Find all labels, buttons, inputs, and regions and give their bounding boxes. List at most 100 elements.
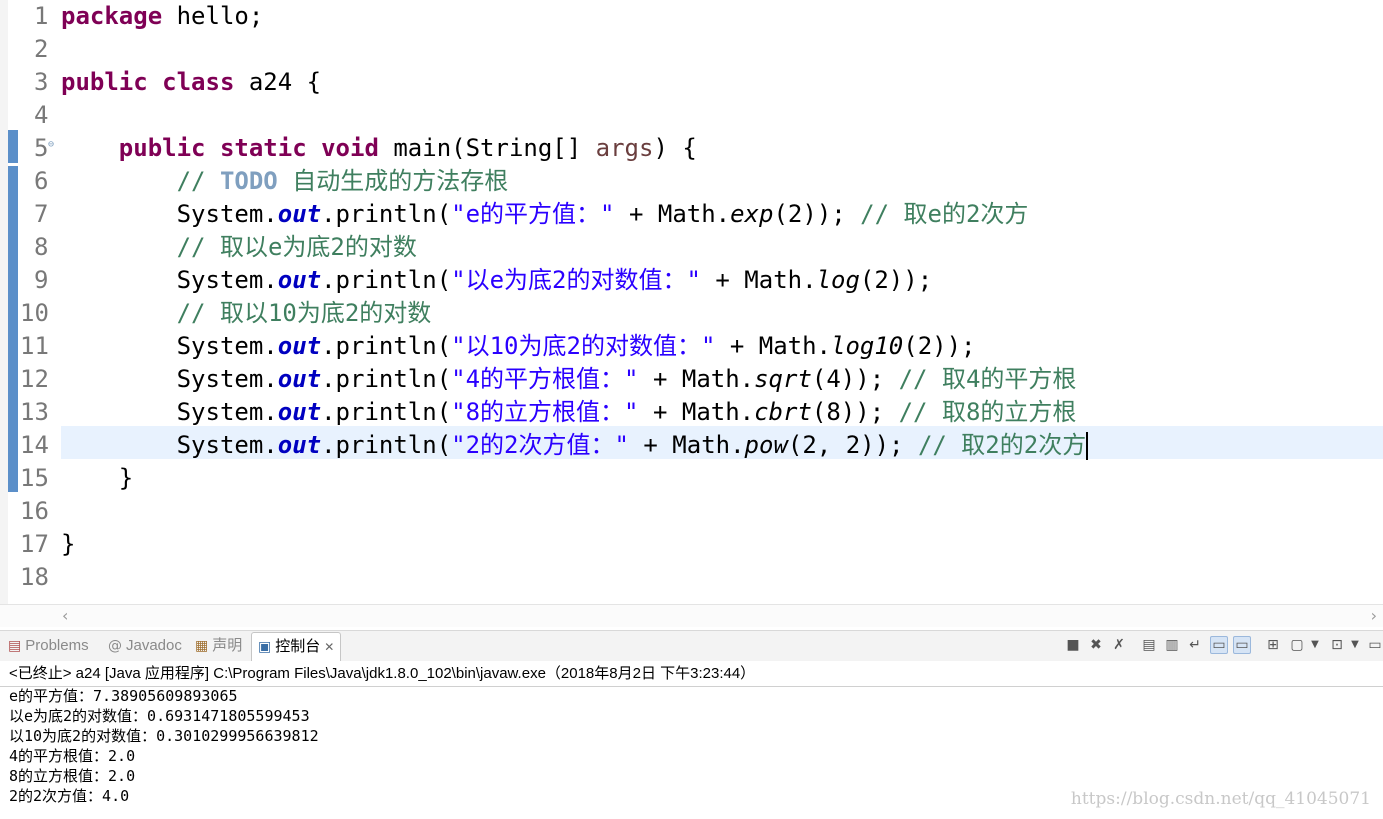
todo-tag: TODO [219,167,278,195]
code-editor[interactable]: 1 2 3 4 5 ⊖ 6 7 8 9 10 11 12 13 14 15 16… [0,0,1383,606]
line-number: 17 [20,530,49,558]
string-literal: "以10为底2的对数值：" [451,332,716,360]
field-out: out [277,431,322,459]
field-out: out [277,266,322,294]
keyword: void [321,134,379,162]
code-text: System. [176,431,278,459]
code-text: System. [176,332,278,360]
code-line-10[interactable]: // 取以10为底2的对数 [61,297,432,330]
minimize-view-icon[interactable]: ▭ [1366,636,1383,654]
code-text: .println( [321,200,452,228]
horizontal-scrollbar[interactable]: ‹ › [0,604,1383,627]
comment: // 取以e为底2的对数 [176,233,417,261]
problems-icon: ▤ [8,638,22,654]
code-line-3[interactable]: public class a24 { [61,66,321,99]
static-method: sqrt [754,365,812,393]
line-number: 11 [20,332,49,360]
line-number: 2 [34,35,49,63]
code-line-17[interactable]: } [61,528,75,561]
open-console-dropdown-icon[interactable]: ▼ [1346,636,1364,654]
terminate-icon[interactable]: ■ [1064,636,1082,654]
keyword: static [219,134,307,162]
display-console-dropdown-icon[interactable]: ▼ [1306,636,1324,654]
code-text: a24 { [234,68,322,96]
console-line: 以10为底2的对数值：0.3010299956639812 [9,727,319,745]
code-line-15[interactable]: } [61,462,133,495]
console-line: 4的平方根值：2.0 [9,747,136,765]
code-text: + Math. [638,398,755,426]
code-text: + Math. [715,332,831,360]
parameter-name: args [595,134,654,162]
scroll-right-icon[interactable]: › [1371,606,1377,625]
code-text: + Math. [638,365,755,393]
static-method: log [816,266,860,294]
line-number-gutter: 1 2 3 4 5 ⊖ 6 7 8 9 10 11 12 13 14 15 16… [0,0,60,606]
tab-console[interactable]: ▣ 控制台 ✕ [251,632,342,661]
code-line-5[interactable]: public static void main(String[] args) { [61,132,697,165]
code-line-12[interactable]: System.out.println("4的平方根值：" + Math.sqrt… [61,363,1077,396]
line-number: 12 [20,365,49,393]
field-out: out [277,200,322,228]
console-line: e的平方值：7.38905609893065 [9,687,238,705]
code-line-1[interactable]: package hello; [61,0,263,33]
string-literal: "e的平方值：" [451,200,615,228]
code-line-11[interactable]: System.out.println("以10为底2的对数值：" + Math.… [61,330,976,363]
tab-label: Javadoc [126,637,182,654]
field-out: out [277,332,322,360]
field-out: out [277,365,322,393]
keyword: public [118,134,206,162]
code-line-9[interactable]: System.out.println("以e为底2的对数值：" + Math.l… [61,264,933,297]
code-line-6[interactable]: // TODO 自动生成的方法存根 [61,165,509,198]
code-line-8[interactable]: // 取以e为底2的对数 [61,231,417,264]
show-on-stderr-icon[interactable]: ▭ [1233,636,1251,654]
line-number: 10 [20,299,49,327]
code-text: + Math. [700,266,817,294]
comment: // 取4的平方根 [898,365,1077,393]
code-text: .println( [321,332,452,360]
open-console-icon[interactable]: ⊡ [1328,636,1346,654]
code-text: System. [176,365,278,393]
scroll-lock-icon[interactable]: ▥ [1163,636,1181,654]
word-wrap-icon[interactable]: ↵ [1186,636,1204,654]
remove-all-terminated-icon[interactable]: ✗ [1110,636,1128,654]
static-method: log10 [831,332,904,360]
clear-console-icon[interactable]: ▤ [1140,636,1158,654]
code-text: + Math. [628,431,745,459]
remove-launch-icon[interactable]: ✖ [1087,636,1105,654]
string-literal: "以e为底2的对数值：" [451,266,701,294]
close-tab-icon[interactable]: ✕ [324,634,334,660]
tab-javadoc[interactable]: @ Javadoc [108,633,182,659]
console-icon: ▣ [258,639,272,655]
show-on-stdout-icon[interactable]: ▭ [1210,636,1228,654]
code-text: System. [176,200,278,228]
pin-console-icon[interactable]: ⊞ [1264,636,1282,654]
keyword: class [162,68,235,96]
static-method: cbrt [754,398,812,426]
comment: // 取以10为底2的对数 [176,299,432,327]
scroll-left-icon[interactable]: ‹ [62,606,68,625]
fold-collapse-icon[interactable]: ⊖ [48,139,54,150]
tab-label: Problems [25,637,89,654]
comment: // 取8的立方根 [898,398,1077,426]
code-text: System. [176,266,278,294]
view-tab-bar: ▤ Problems @ Javadoc ▦ 声明 ▣ 控制台 ✕ ■ ✖ ✗ … [0,630,1383,661]
code-text: + Math. [614,200,731,228]
declaration-icon: ▦ [195,638,209,654]
string-literal: "8的立方根值：" [451,398,639,426]
code-line-14[interactable]: System.out.println("2的2次方值：" + Math.pow(… [61,429,1089,462]
tab-declaration[interactable]: ▦ 声明 [195,633,242,659]
text-cursor [1086,432,1089,460]
display-console-icon[interactable]: ▢ [1288,636,1306,654]
code-text: hello; [162,2,264,30]
code-line-7[interactable]: System.out.println("e的平方值：" + Math.exp(2… [61,198,1029,231]
static-method: pow [744,431,788,459]
line-number: 18 [20,563,49,591]
field-out: out [277,398,322,426]
keyword: package [61,2,163,30]
code-text: (2)); [903,332,976,360]
tab-problems[interactable]: ▤ Problems [8,633,89,659]
comment: // [176,167,220,195]
code-text: System. [176,398,278,426]
line-number: 13 [20,398,49,426]
code-line-13[interactable]: System.out.println("8的立方根值：" + Math.cbrt… [61,396,1077,429]
